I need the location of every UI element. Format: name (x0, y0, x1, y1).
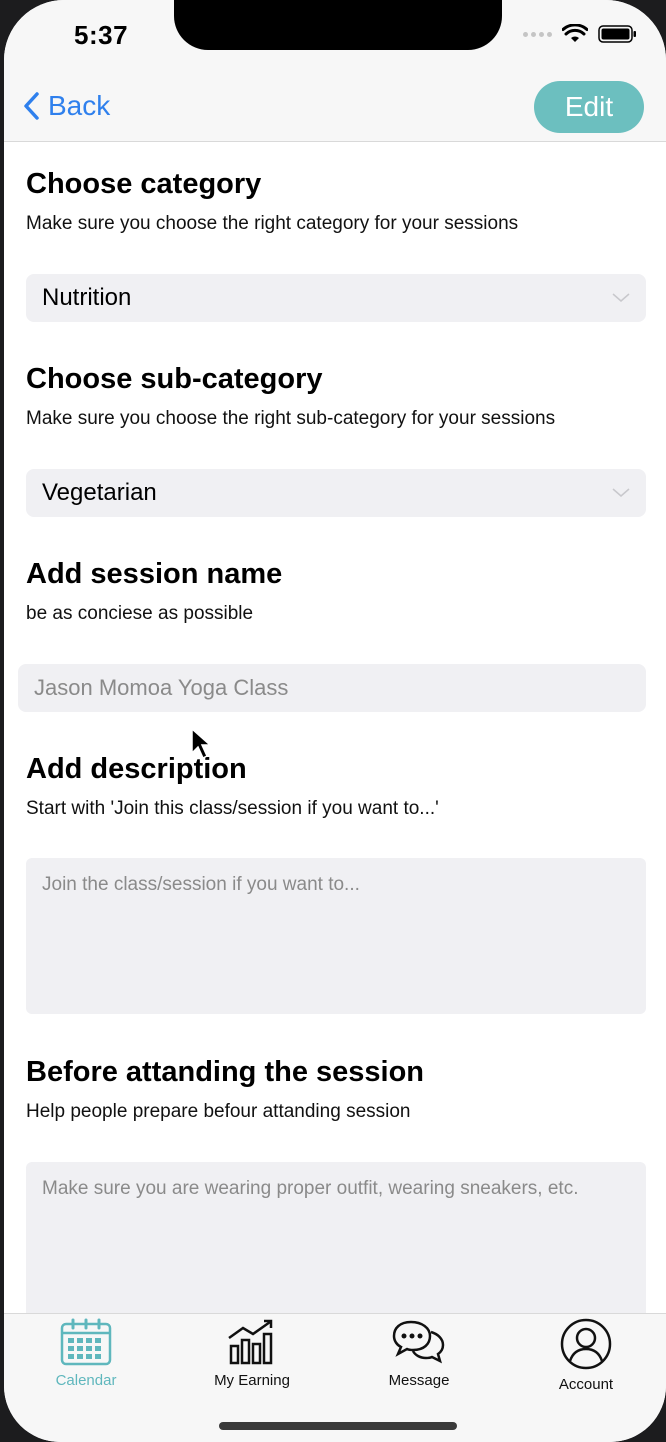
edit-button[interactable]: Edit (534, 81, 644, 133)
description-subtitle: Start with 'Join this class/session if y… (26, 798, 439, 819)
subcategory-subtitle: Make sure you choose the right sub-categ… (26, 408, 556, 429)
subcategory-title: Choose sub-category (26, 363, 323, 395)
description-textarea[interactable]: Join the class/session if you want to... (26, 858, 646, 1014)
description-title: Add description (26, 753, 247, 785)
before-session-placeholder: Make sure you are wearing proper outfit,… (42, 1178, 579, 1199)
category-title: Choose category (26, 168, 262, 200)
tab-account-label: Account (558, 1376, 614, 1393)
tab-my-earning[interactable]: My Earning (192, 1318, 312, 1389)
description-placeholder: Join the class/session if you want to... (42, 874, 360, 895)
chat-icon (392, 1320, 445, 1364)
back-button[interactable]: Back (22, 90, 110, 122)
category-subtitle: Make sure you choose the right category … (26, 213, 519, 234)
chevron-down-icon (612, 293, 630, 302)
session-name-placeholder: Jason Momoa Yoga Class (34, 675, 289, 700)
session-name-section: Add session name be as conciese as possi… (26, 558, 646, 625)
tab-my-earning-label: My Earning (214, 1372, 290, 1389)
subcategory-select[interactable]: Vegetarian (26, 469, 646, 517)
status-bar: 5:37 (4, 0, 666, 70)
signal-icon (523, 31, 552, 37)
status-time: 5:37 (74, 20, 129, 50)
tab-calendar[interactable]: Calendar (26, 1318, 146, 1389)
chevron-down-icon (612, 488, 630, 497)
notch (174, 0, 502, 50)
before-session-subtitle: Help people prepare befour attanding ses… (26, 1101, 411, 1122)
wifi-icon (562, 24, 588, 42)
user-icon (560, 1318, 612, 1370)
before-session-textarea[interactable]: Make sure you are wearing proper outfit,… (26, 1162, 646, 1313)
form-content[interactable]: Choose category Make sure you choose the… (4, 143, 666, 1313)
description-section: Add description Start with 'Join this cl… (26, 753, 646, 820)
session-name-input[interactable]: Jason Momoa Yoga Class (18, 664, 646, 712)
before-session-section: Before attanding the session Help people… (26, 1056, 646, 1123)
tab-calendar-label: Calendar (55, 1372, 117, 1389)
session-name-title: Add session name (26, 558, 283, 590)
status-indicators (523, 24, 638, 44)
battery-icon (598, 25, 636, 43)
session-name-subtitle: be as conciese as possible (26, 603, 254, 624)
tab-message-label: Message (388, 1372, 450, 1389)
category-section: Choose category Make sure you choose the… (26, 168, 646, 235)
subcategory-selected-value: Vegetarian (42, 479, 157, 506)
tab-message[interactable]: Message (359, 1318, 479, 1389)
phone-screen: 5:37 Back Edit Choose category Make sure… (4, 0, 666, 1442)
tab-account[interactable]: Account (526, 1318, 646, 1393)
navigation-bar: Back Edit (4, 70, 666, 142)
home-indicator (219, 1422, 457, 1430)
chart-icon (228, 1319, 273, 1365)
category-select[interactable]: Nutrition (26, 274, 646, 322)
category-selected-value: Nutrition (42, 284, 132, 311)
before-session-title: Before attanding the session (26, 1056, 425, 1088)
chevron-left-icon (24, 92, 39, 120)
back-label: Back (48, 90, 111, 121)
subcategory-section: Choose sub-category Make sure you choose… (26, 363, 646, 430)
mouse-cursor-icon (191, 727, 212, 760)
calendar-icon (60, 1318, 112, 1366)
